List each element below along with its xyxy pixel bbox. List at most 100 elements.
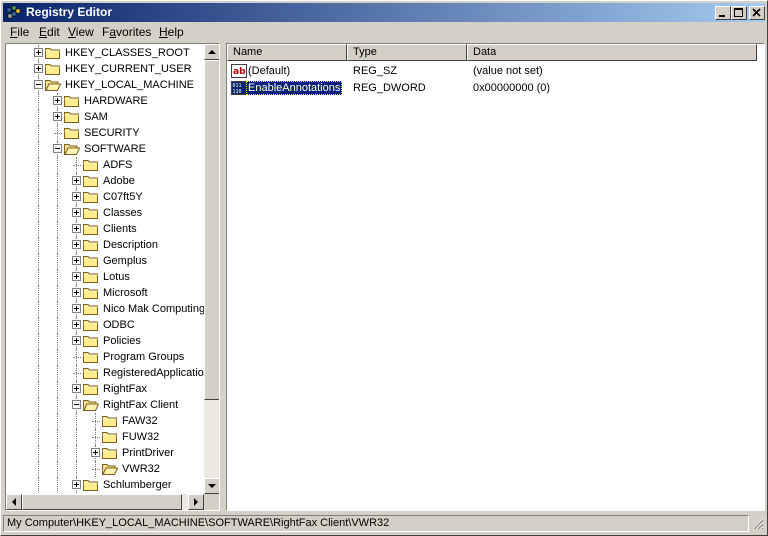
expand-plus-icon[interactable] [53,112,62,121]
tree-item[interactable]: Adobe [6,173,204,189]
value-row-default[interactable]: ab (Default) REG_SZ (value not set) [227,63,764,79]
folder-icon [64,112,79,123]
expand-plus-icon[interactable] [34,48,43,57]
tree-item[interactable]: Clients [6,221,204,237]
close-button[interactable] [749,6,765,20]
expand-plus-icon[interactable] [72,272,81,281]
tree-item[interactable]: HKEY_CLASSES_ROOT [6,45,204,61]
expand-plus-icon[interactable] [34,64,43,73]
tree-item[interactable]: SECURITY [6,125,204,141]
scroll-left-button[interactable] [6,494,22,510]
tree-item[interactable]: RightFax Client [6,397,204,413]
folder-icon [83,336,98,347]
tree-item[interactable]: VWR32 [6,461,204,477]
tree-item[interactable]: RightFax [6,381,204,397]
title-bar[interactable]: Registry Editor [3,3,765,22]
expand-plus-icon[interactable] [91,448,100,457]
expand-plus-icon[interactable] [72,288,81,297]
scroll-up-button[interactable] [204,44,219,60]
collapse-minus-icon[interactable] [53,144,62,153]
tree-item[interactable]: ADFS [6,157,204,173]
menu-view[interactable]: View [68,26,94,39]
tree-item[interactable]: RegisteredApplications [6,365,204,381]
tree-item[interactable]: Policies [6,333,204,349]
tree-item-label: ODBC [103,319,135,331]
tree-item[interactable]: Description [6,237,204,253]
tree-connector [73,373,81,374]
tree-item[interactable]: FUW32 [6,429,204,445]
tree-item-label: Program Groups [103,351,185,363]
expand-plus-icon[interactable] [72,208,81,217]
arrow-up-icon [208,50,216,54]
window-title: Registry Editor [26,5,113,19]
tree-item[interactable]: HKEY_CURRENT_USER [6,61,204,77]
tree-vertical-scrollbar[interactable] [204,44,219,494]
tree-connector [38,173,39,189]
tree-horizontal-scrollbar[interactable] [6,494,204,510]
tree-item[interactable]: Gemplus [6,253,204,269]
tree-connector [38,333,39,349]
tree-item[interactable]: ODBC [6,317,204,333]
tree-connector [95,429,96,445]
tree-item[interactable]: Lotus [6,269,204,285]
key-tree-pane[interactable]: HKEY_CLASSES_ROOT HKEY_CURRENT_USER HKEY_L… [5,43,220,511]
tree-item[interactable]: Classes [6,205,204,221]
tree-item[interactable]: FAW32 [6,413,204,429]
folder-icon [102,432,117,443]
folder-icon [64,96,79,107]
expand-plus-icon[interactable] [72,256,81,265]
arrow-left-icon [12,498,16,506]
value-row-enableannotations[interactable]: 011 110 EnableAnnotations REG_DWORD 0x00… [227,80,764,96]
tree-connector [38,141,39,157]
tree-item[interactable]: PrintDriver [6,445,204,461]
folder-icon [83,272,98,283]
minimize-button[interactable] [715,6,731,20]
folder-open-icon [83,400,99,411]
scrollbar-corner [204,494,219,510]
tree-item[interactable]: Program Groups [6,349,204,365]
menu-favorites[interactable]: Favorites [102,26,151,39]
resize-grip-icon[interactable] [751,517,764,530]
maximize-button[interactable] [731,6,747,20]
tree-item[interactable]: SAM [6,109,204,125]
tree-item[interactable]: C07ft5Y [6,189,204,205]
tree-item[interactable]: HARDWARE [6,93,204,109]
tree-hscroll-thumb[interactable] [22,494,182,510]
tree-connector [57,477,58,493]
tree-item-label: RightFax Client [103,399,179,411]
tree-connector [57,349,58,365]
values-list-pane[interactable]: Name Type Data ab (Default) REG_SZ (valu… [226,43,765,511]
menu-edit[interactable]: Edit [39,26,60,39]
expand-plus-icon[interactable] [72,336,81,345]
expand-plus-icon[interactable] [72,176,81,185]
menu-file[interactable]: File [10,26,29,39]
tree-item[interactable]: Nico Mak Computing [6,301,204,317]
tree-connector [57,445,58,461]
tree-item[interactable]: SOFTWARE [6,141,204,157]
expand-plus-icon[interactable] [72,384,81,393]
scroll-right-button[interactable] [188,494,204,510]
status-bar: My Computer\HKEY_LOCAL_MACHINE\SOFTWARE\… [3,514,765,533]
tree-connector [57,157,58,173]
folder-icon [83,240,98,251]
expand-plus-icon[interactable] [72,480,81,489]
tree-connector [38,477,39,493]
column-header-type[interactable]: Type [347,44,467,61]
column-header-data[interactable]: Data [467,44,757,61]
tree-item[interactable]: Microsoft [6,285,204,301]
expand-plus-icon[interactable] [53,96,62,105]
menu-help[interactable]: Help [159,26,184,39]
expand-plus-icon[interactable] [72,240,81,249]
collapse-minus-icon[interactable] [72,400,81,409]
expand-plus-icon[interactable] [72,192,81,201]
tree-vscroll-thumb[interactable] [204,60,219,400]
expand-plus-icon[interactable] [72,304,81,313]
expand-plus-icon[interactable] [72,320,81,329]
expand-plus-icon[interactable] [72,224,81,233]
collapse-minus-icon[interactable] [34,80,43,89]
scroll-down-button[interactable] [204,478,219,494]
column-header-name[interactable]: Name [227,44,347,61]
tree-item[interactable]: HKEY_LOCAL_MACHINE [6,77,204,93]
tree-item[interactable]: Schlumberger [6,477,204,493]
close-icon [752,8,761,17]
